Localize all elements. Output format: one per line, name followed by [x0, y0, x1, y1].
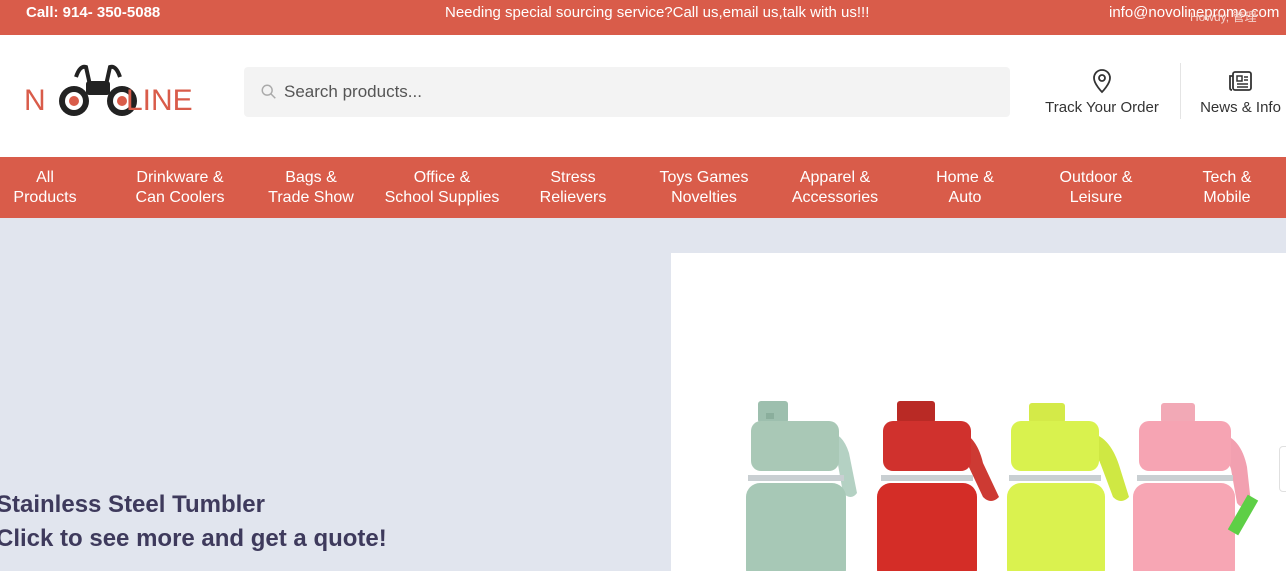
nav-label-line2: Relievers: [539, 189, 607, 206]
nav-label-line1: Bags &: [285, 169, 337, 186]
bottle-lime: [1007, 403, 1129, 571]
nav-label-line2: Accessories: [791, 189, 879, 206]
nav-label-line1: Office &: [413, 169, 471, 186]
header-divider: [1180, 63, 1181, 119]
nav-item-outdoor[interactable]: Outdoor & Leisure: [1046, 168, 1146, 208]
site-header: N LINE Track Your Order News & Info: [0, 35, 1286, 157]
phone-number[interactable]: Call: 914- 350-5088: [26, 4, 160, 21]
slider-next-handle[interactable]: [1279, 446, 1286, 492]
nav-label-line1: Toys Games: [659, 169, 749, 186]
search-input[interactable]: [284, 67, 984, 117]
top-bar: Call: 914- 350-5088 Needing special sour…: [0, 0, 1286, 35]
nav-label-line1: Drinkware &: [136, 169, 224, 186]
newspaper-icon: [1228, 71, 1252, 91]
tumbler-bottles-image: [746, 401, 1259, 571]
nav-item-office[interactable]: Office & School Supplies: [377, 168, 507, 208]
category-nav: All Products Drinkware & Can Coolers Bag…: [0, 157, 1286, 218]
logo-text-left: N: [24, 84, 46, 117]
track-order-label: Track Your Order: [1045, 99, 1159, 116]
nav-item-home-auto[interactable]: Home & Auto: [920, 168, 1010, 208]
bottle-pink: [1133, 403, 1259, 571]
location-pin-icon: [1093, 69, 1111, 94]
news-info-link[interactable]: News & Info: [1195, 67, 1286, 116]
hero-text[interactable]: Stainless Steel Tumbler Click to see mor…: [0, 488, 387, 556]
nav-label-line1: Apparel &: [799, 169, 871, 186]
nav-label-line1: Outdoor &: [1059, 169, 1133, 186]
nav-label-line2: Can Coolers: [135, 189, 225, 206]
nav-label-line2: Mobile: [1203, 189, 1251, 206]
nav-label-line1: Stress: [550, 169, 596, 186]
nav-item-apparel[interactable]: Apparel & Accessories: [780, 168, 890, 208]
nav-item-drinkware[interactable]: Drinkware & Can Coolers: [125, 168, 235, 208]
nav-label-line2: Auto: [948, 189, 982, 206]
search-box: [244, 67, 1010, 117]
nav-label-line2: School Supplies: [384, 189, 500, 206]
nav-item-tech-mobile[interactable]: Tech & Mobile: [1187, 168, 1267, 208]
logo-text-right: LINE: [126, 84, 193, 117]
search-icon[interactable]: [260, 83, 278, 101]
admin-howdy[interactable]: Howdy, 管理: [1190, 8, 1256, 25]
binoculars-logo-icon: N LINE: [24, 64, 193, 117]
nav-label-line1: All: [36, 169, 54, 186]
bottle-red: [877, 401, 999, 571]
bottle-sage: [746, 401, 857, 571]
hero-product-image[interactable]: [671, 253, 1286, 571]
nav-label-line2: Novelties: [671, 189, 737, 206]
hero-title: Stainless Steel Tumbler: [0, 491, 265, 518]
hero-banner[interactable]: Stainless Steel Tumbler Click to see mor…: [0, 218, 1286, 571]
nav-label-line1: Tech &: [1202, 169, 1252, 186]
hero-subtitle: Click to see more and get a quote!: [0, 525, 387, 552]
site-logo[interactable]: N LINE: [24, 63, 199, 123]
nav-item-stress-relievers[interactable]: Stress Relievers: [523, 168, 623, 208]
nav-item-toys-games[interactable]: Toys Games Novelties: [649, 168, 759, 208]
nav-label-line2: Trade Show: [268, 189, 354, 206]
nav-item-all-products[interactable]: All Products: [0, 168, 90, 208]
nav-label-line2: Leisure: [1069, 189, 1123, 206]
sourcing-message: Needing special sourcing service?Call us…: [445, 4, 870, 21]
nav-label-line1: Home &: [936, 169, 994, 186]
nav-item-bags[interactable]: Bags & Trade Show: [261, 168, 361, 208]
nav-label-line2: Products: [13, 189, 77, 206]
track-order-link[interactable]: Track Your Order: [1040, 67, 1164, 116]
news-info-label: News & Info: [1200, 99, 1281, 116]
